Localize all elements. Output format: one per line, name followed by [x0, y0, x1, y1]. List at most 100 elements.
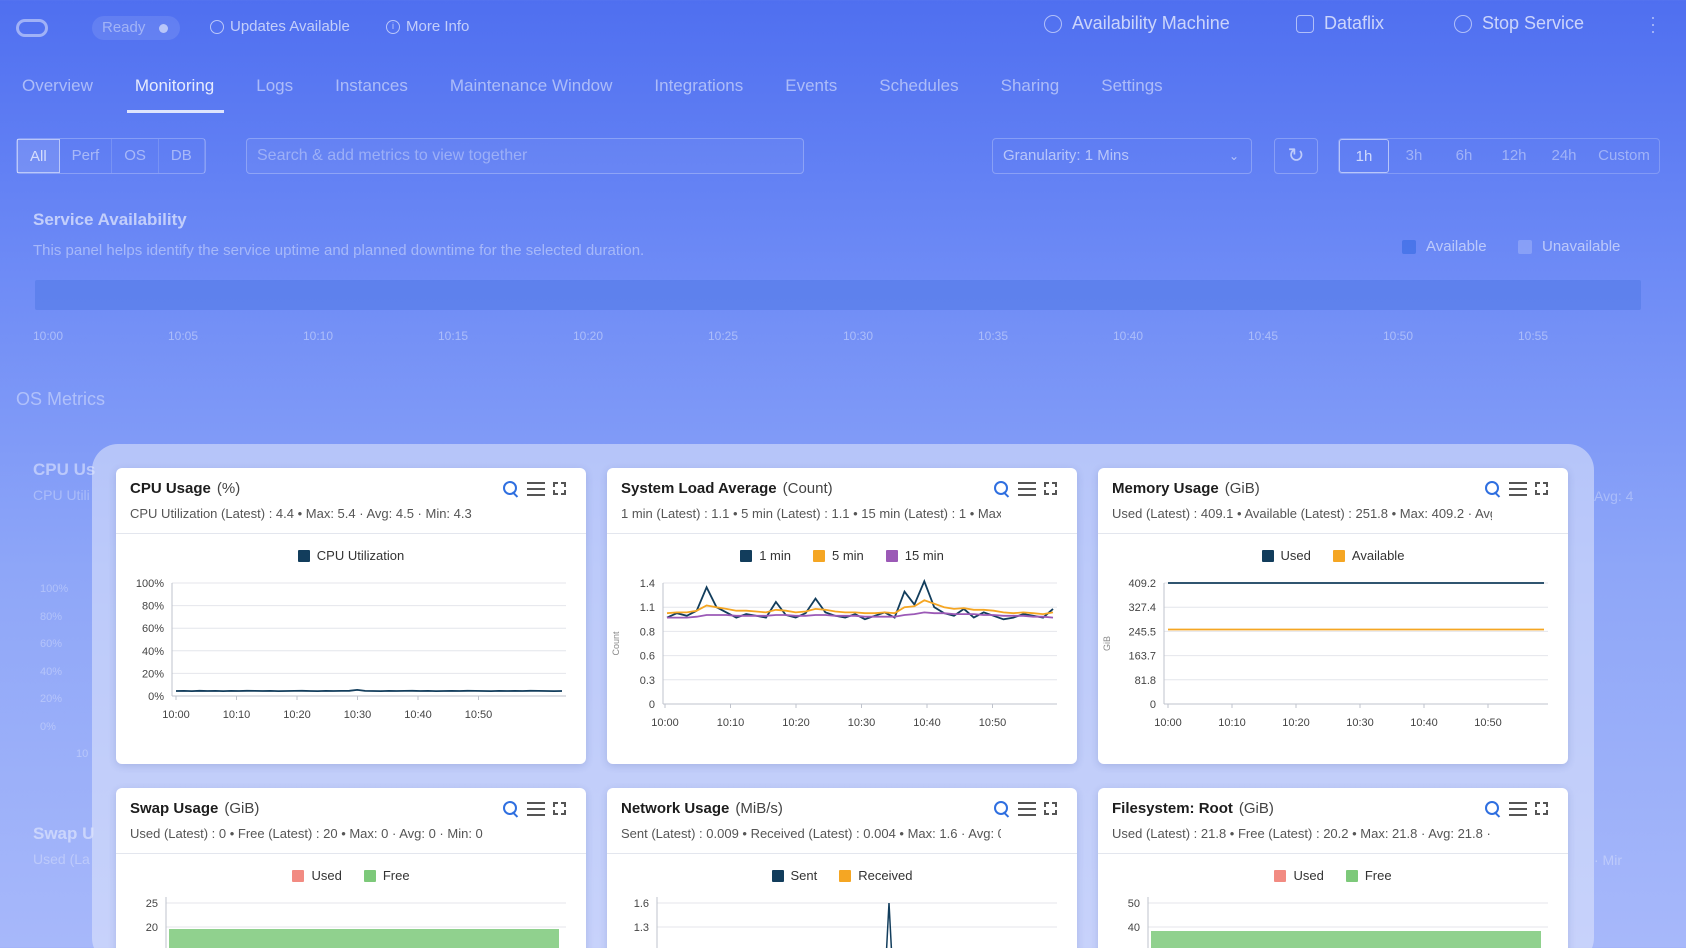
more-info-link[interactable]: i More Info [386, 18, 469, 35]
card-header: Network Usage (MiB/s) Sent (Latest) : 0.00… [607, 788, 1077, 854]
menu-icon[interactable] [527, 481, 545, 496]
range-12h[interactable]: 12h [1489, 139, 1539, 173]
legend-item[interactable]: 15 min [885, 548, 944, 563]
dataflix-icon [1296, 14, 1314, 33]
maximize-icon[interactable] [553, 482, 566, 495]
menu-icon[interactable] [1509, 801, 1527, 816]
legend-item[interactable]: Used [1261, 548, 1311, 563]
tab-integrations[interactable]: Integrations [654, 76, 743, 96]
x-tick-label: 10:10 [223, 709, 251, 721]
segment-all[interactable]: All [17, 139, 60, 173]
segment-db[interactable]: DB [159, 139, 205, 173]
legend-item[interactable]: Used [292, 868, 342, 883]
x-tick-label: 10:00 [651, 717, 679, 729]
tab-overview[interactable]: Overview [22, 76, 93, 96]
zoom-icon[interactable] [993, 480, 1010, 497]
dataflix-button[interactable]: Dataflix [1296, 13, 1384, 34]
legend-item[interactable]: Available [1332, 548, 1404, 563]
range-6h[interactable]: 6h [1439, 139, 1489, 173]
y-axis-label: GiB [1102, 636, 1112, 651]
availability-tick: 10:35 [978, 329, 1009, 343]
y-tick-label: 60% [142, 623, 164, 635]
legend-item[interactable]: Free [363, 868, 410, 883]
maximize-icon[interactable] [1044, 802, 1057, 815]
y-tick-label: 40 [1128, 922, 1140, 934]
x-tick-label: 10:10 [1218, 717, 1246, 729]
segment-os[interactable]: OS [112, 139, 159, 173]
legend-item[interactable]: 5 min [812, 548, 864, 563]
tab-monitoring[interactable]: Monitoring [126, 76, 225, 113]
memory-usage-card: Memory Usage (GiB) Used (Latest) : 409.1 •… [1098, 468, 1568, 764]
menu-icon[interactable] [1018, 481, 1036, 496]
status-badge: Ready [92, 16, 180, 40]
card-toolbar [993, 480, 1057, 497]
card-unit: (Count) [782, 480, 833, 497]
legend-swatch [1332, 549, 1345, 562]
metrics-search-input[interactable]: Search & add metrics to view together [246, 138, 804, 174]
zoom-icon[interactable] [502, 480, 519, 497]
menu-icon[interactable] [527, 801, 545, 816]
y-tick-label: 0.6 [640, 651, 655, 663]
granularity-select[interactable]: Granularity: 1 Mins ⌄ [992, 138, 1252, 174]
tab-logs[interactable]: Logs [256, 76, 293, 96]
legend-item[interactable]: Received [839, 868, 912, 883]
range-1h[interactable]: 1h [1339, 139, 1389, 173]
availability-axis: 10:00 10:05 10:10 10:15 10:20 10:25 10:30 10:35… [33, 329, 1593, 345]
legend-available-label: Available [1426, 238, 1487, 255]
legend-item[interactable]: CPU Utilization [297, 548, 404, 563]
chart-legend: Sent Received [607, 868, 1077, 883]
logo-icon [16, 19, 48, 37]
tab-sharing[interactable]: Sharing [1001, 76, 1060, 96]
zoom-icon[interactable] [1484, 480, 1501, 497]
x-tick-label: 10:20 [1282, 717, 1310, 729]
maximize-icon[interactable] [1535, 482, 1548, 495]
maximize-icon[interactable] [1535, 802, 1548, 815]
segment-perf[interactable]: Perf [60, 139, 113, 173]
more-options-icon[interactable]: · · · [1650, 8, 1656, 40]
bg-right-subtitle: Avg: 4 [1594, 488, 1634, 504]
chart-legend: Used Free [116, 868, 586, 883]
tab-maintenance-window[interactable]: Maintenance Window [450, 76, 613, 96]
zoom-icon[interactable] [502, 800, 519, 817]
tab-events[interactable]: Events [785, 76, 837, 96]
updates-available-link[interactable]: Updates Available [210, 18, 350, 35]
menu-icon[interactable] [1018, 801, 1036, 816]
legend-item[interactable]: 1 min [740, 548, 791, 563]
availability-machine-button[interactable]: Availability Machine [1044, 13, 1230, 34]
x-tick-label: 10:00 [1154, 717, 1182, 729]
maximize-icon[interactable] [1044, 482, 1057, 495]
legend-item[interactable]: Free [1345, 868, 1392, 883]
tab-schedules[interactable]: Schedules [879, 76, 958, 96]
legend-label: Free [1364, 868, 1392, 883]
legend-item[interactable]: Sent [771, 868, 817, 883]
legend-label: Received [858, 868, 913, 883]
y-tick-label: 25 [146, 898, 158, 910]
legend-unavailable: Unavailable [1518, 238, 1620, 255]
range-24h[interactable]: 24h [1539, 139, 1589, 173]
chart-svg: 409.2 327.4 245.5 163.7 81.8 0 10:00 10:10 10:20… [1102, 578, 1548, 729]
zoom-icon[interactable] [993, 800, 1010, 817]
maximize-icon[interactable] [553, 802, 566, 815]
y-tick-label: 80% [142, 601, 164, 613]
range-custom[interactable]: Custom [1589, 139, 1659, 173]
bg-swap-title: Swap U [33, 824, 95, 843]
menu-icon[interactable] [1509, 481, 1527, 496]
range-3h[interactable]: 3h [1389, 139, 1439, 173]
y-tick-label: 1.3 [634, 922, 649, 934]
y-tick-label: 50 [1128, 898, 1140, 910]
bg-axis-tick: 60% [40, 638, 63, 650]
status-dot-icon [159, 24, 168, 33]
legend-item[interactable]: Used [1274, 868, 1324, 883]
zoom-icon[interactable] [1484, 800, 1501, 817]
card-header: System Load Average (Count) 1 min (Latest)… [607, 468, 1077, 534]
refresh-icon[interactable]: ↻ [1274, 138, 1318, 174]
updates-icon [210, 19, 224, 34]
card-unit: (%) [216, 480, 241, 497]
stop-service-button[interactable]: Stop Service [1454, 13, 1584, 34]
availability-tick: 10:55 [1518, 329, 1549, 343]
x-tick-label: 10:10 [717, 717, 745, 729]
card-body: Used Available 409.2 327.4 245.5 163.7 81.8 0 10… [1098, 548, 1568, 764]
tab-instances[interactable]: Instances [335, 76, 408, 96]
tab-settings[interactable]: Settings [1101, 76, 1162, 96]
legend-swatch [885, 549, 898, 562]
